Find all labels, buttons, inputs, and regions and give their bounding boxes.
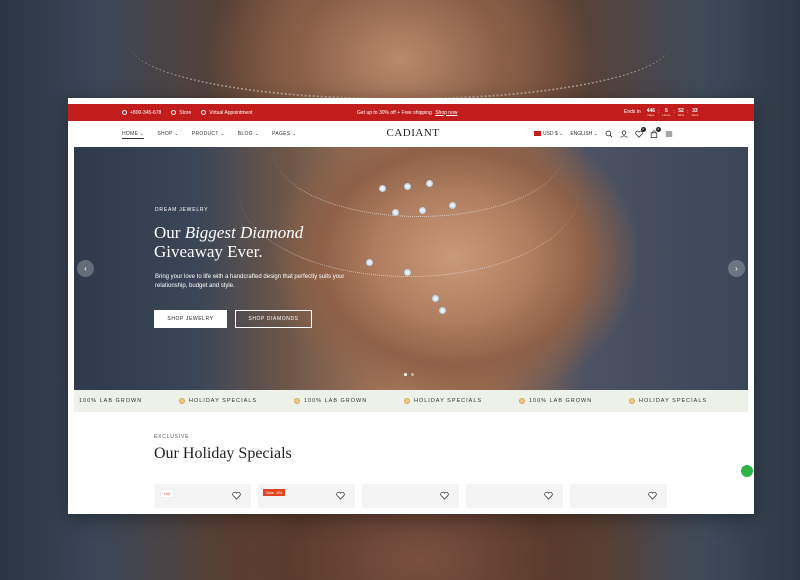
sale-badge: Sale -4% — [263, 489, 286, 496]
hot-badge: Hot — [160, 489, 175, 498]
countdown-mins: 52 Mins — [677, 107, 685, 117]
heart-icon[interactable] — [232, 491, 241, 500]
necklace-chain — [130, 0, 670, 100]
phone-link[interactable]: +800-345-678 — [122, 110, 161, 116]
phone-icon — [122, 110, 127, 115]
star-icon — [519, 398, 525, 404]
gem — [404, 183, 411, 190]
star-icon — [629, 398, 635, 404]
gem — [392, 209, 399, 216]
search-icon[interactable] — [605, 130, 613, 138]
location-icon — [171, 110, 177, 115]
shop-now-link[interactable]: Shop now — [435, 110, 457, 116]
heart-icon[interactable] — [648, 491, 657, 500]
gem — [432, 295, 439, 302]
main-nav: HOME ⌄ SHOP ⌄ PRODUCT ⌄ BLOG ⌄ PAGES ⌄ C… — [68, 121, 754, 147]
product-card[interactable] — [570, 484, 667, 508]
shop-diamonds-button[interactable]: SHOP DIAMONDS — [235, 310, 312, 328]
hero-slider: DREAM JEWELRY Our Biggest Diamond Giveawa… — [74, 147, 748, 390]
headset-icon — [201, 110, 207, 115]
flag-icon — [534, 131, 541, 137]
announcement-bar: +800-345-678 Store Virtual Appointment G… — [68, 104, 754, 121]
heart-icon[interactable] — [544, 491, 553, 500]
countdown: Ends in 446 Days : 5 Hours : 52 Mins : 33 Se… — [624, 107, 699, 117]
specials-title: Our Holiday Specials — [154, 445, 292, 462]
slide-dot[interactable] — [411, 373, 414, 376]
next-slide-button[interactable]: › — [728, 260, 745, 277]
star-icon — [294, 398, 300, 404]
account-icon[interactable] — [620, 130, 628, 138]
gem — [426, 180, 433, 187]
marquee-strip: 100% LAB GROWN HOLIDAY SPECIALS 100% LAB… — [74, 390, 748, 412]
gem — [404, 269, 411, 276]
product-card[interactable] — [466, 484, 563, 508]
product-card[interactable] — [362, 484, 459, 508]
slide-dot[interactable] — [404, 373, 407, 376]
marquee-item: HOLIDAY SPECIALS — [629, 398, 707, 404]
nav-blog[interactable]: BLOG ⌄ — [238, 131, 259, 139]
menu-icon[interactable] — [665, 130, 673, 138]
product-card[interactable]: Sale -4% — [258, 484, 355, 508]
marquee-item: HOLIDAY SPECIALS — [179, 398, 257, 404]
heart-icon[interactable] — [440, 491, 449, 500]
currency-select[interactable]: USD $ ⌄ — [534, 131, 563, 137]
language-select[interactable]: ENGLISH ⌄ — [570, 131, 598, 137]
hero-description: Bring your love to life with a handcraft… — [155, 274, 345, 289]
nav-home[interactable]: HOME ⌄ — [122, 131, 145, 139]
logo[interactable]: CADIANT — [373, 127, 453, 139]
marquee-item: 100% LAB GROWN — [79, 398, 143, 404]
hero-title: Our Biggest Diamond Giveaway Ever. — [154, 223, 304, 261]
product-card[interactable]: Hot — [155, 484, 251, 508]
hero-eyebrow: DREAM JEWELRY — [155, 207, 209, 213]
chevron-left-icon: ‹ — [84, 264, 87, 273]
cart-count: 0 — [655, 127, 661, 132]
gem — [449, 202, 456, 209]
countdown-secs: 33 Secs — [691, 107, 699, 117]
marquee-item: 100% LAB GROWN — [519, 398, 592, 404]
heart-icon[interactable] — [336, 491, 345, 500]
promo-text: Get up to 30% off + Free shipping Shop n… — [357, 109, 458, 116]
shop-jewelry-button[interactable]: SHOP JEWELRY — [154, 310, 227, 328]
prev-slide-button[interactable]: ‹ — [77, 260, 94, 277]
wishlist-count: 0 — [640, 127, 646, 132]
chat-button[interactable] — [740, 464, 754, 478]
wishlist-button[interactable]: 0 — [635, 127, 646, 138]
nav-shop[interactable]: SHOP ⌄ — [157, 131, 178, 139]
gem — [419, 207, 426, 214]
nav-pages[interactable]: PAGES ⌄ — [272, 131, 297, 139]
countdown-days: 446 Days — [646, 107, 656, 117]
website-screenshot: +800-345-678 Store Virtual Appointment G… — [68, 98, 754, 514]
store-link[interactable]: Store — [171, 110, 191, 116]
marquee-item: 100% LAB GROWN — [294, 398, 367, 404]
cart-button[interactable]: 0 — [650, 127, 661, 138]
nav-product[interactable]: PRODUCT ⌄ — [192, 131, 225, 139]
star-icon — [404, 398, 410, 404]
star-icon — [179, 398, 185, 404]
specials-eyebrow: EXCLUSIVE — [154, 434, 190, 440]
chevron-right-icon: › — [735, 264, 738, 273]
gem — [379, 185, 386, 192]
gem — [439, 307, 446, 314]
marquee-item: HOLIDAY SPECIALS — [404, 398, 482, 404]
virtual-appointment-link[interactable]: Virtual Appointment — [201, 110, 253, 116]
slide-dots — [404, 373, 414, 376]
countdown-hours: 5 Hours — [662, 107, 671, 117]
